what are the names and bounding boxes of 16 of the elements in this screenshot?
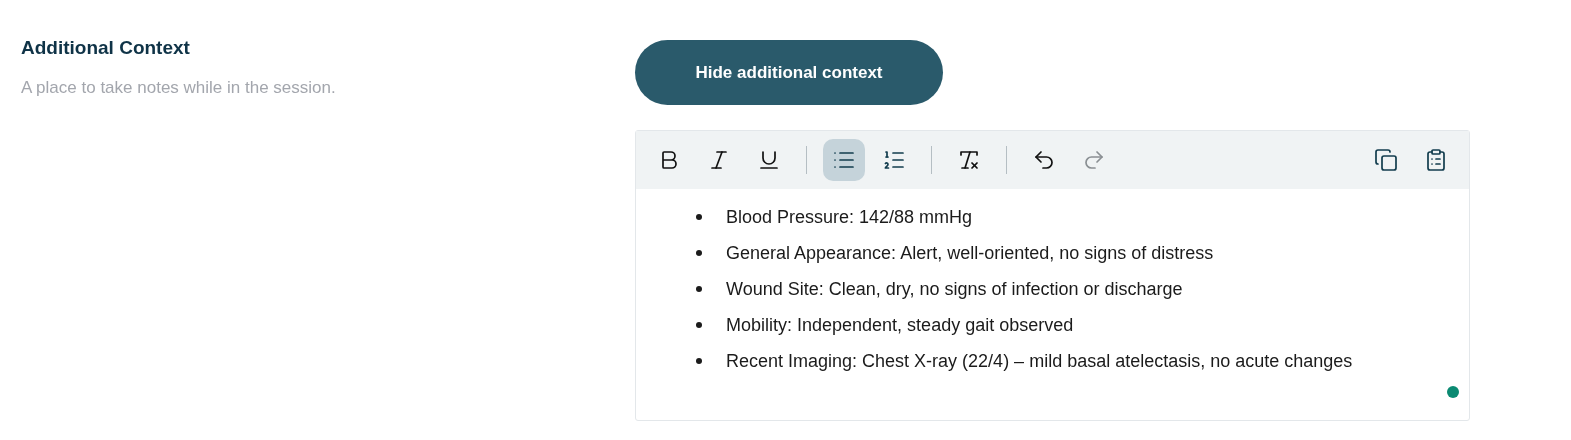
copy-icon	[1374, 148, 1398, 172]
hide-context-button[interactable]: Hide additional context	[635, 40, 943, 105]
bullet-list-button[interactable]	[823, 139, 865, 181]
redo-icon	[1082, 148, 1106, 172]
note-text: Wound Site: Clean, dry, no signs of infection or discharge	[726, 278, 1183, 301]
note-text: Blood Pressure: 142/88 mmHg	[726, 206, 973, 229]
note-text: General Appearance: Alert, well-oriented, no signs of distress	[726, 242, 1214, 265]
section-description: A place to take notes while in the session.	[21, 76, 336, 99]
underline-icon	[757, 148, 781, 172]
note-text: Mobility: Independent, steady gait observed	[726, 314, 1074, 337]
numbered-list-icon	[882, 148, 906, 172]
clear-format-icon	[957, 148, 981, 172]
undo-icon	[1032, 148, 1056, 172]
section-title: Additional Context	[21, 36, 190, 60]
paste-icon	[1424, 148, 1448, 172]
note-text: Recent Imaging: Chest X-ray (22/4) – mild basal atelectasis, no acute changes	[726, 350, 1353, 373]
